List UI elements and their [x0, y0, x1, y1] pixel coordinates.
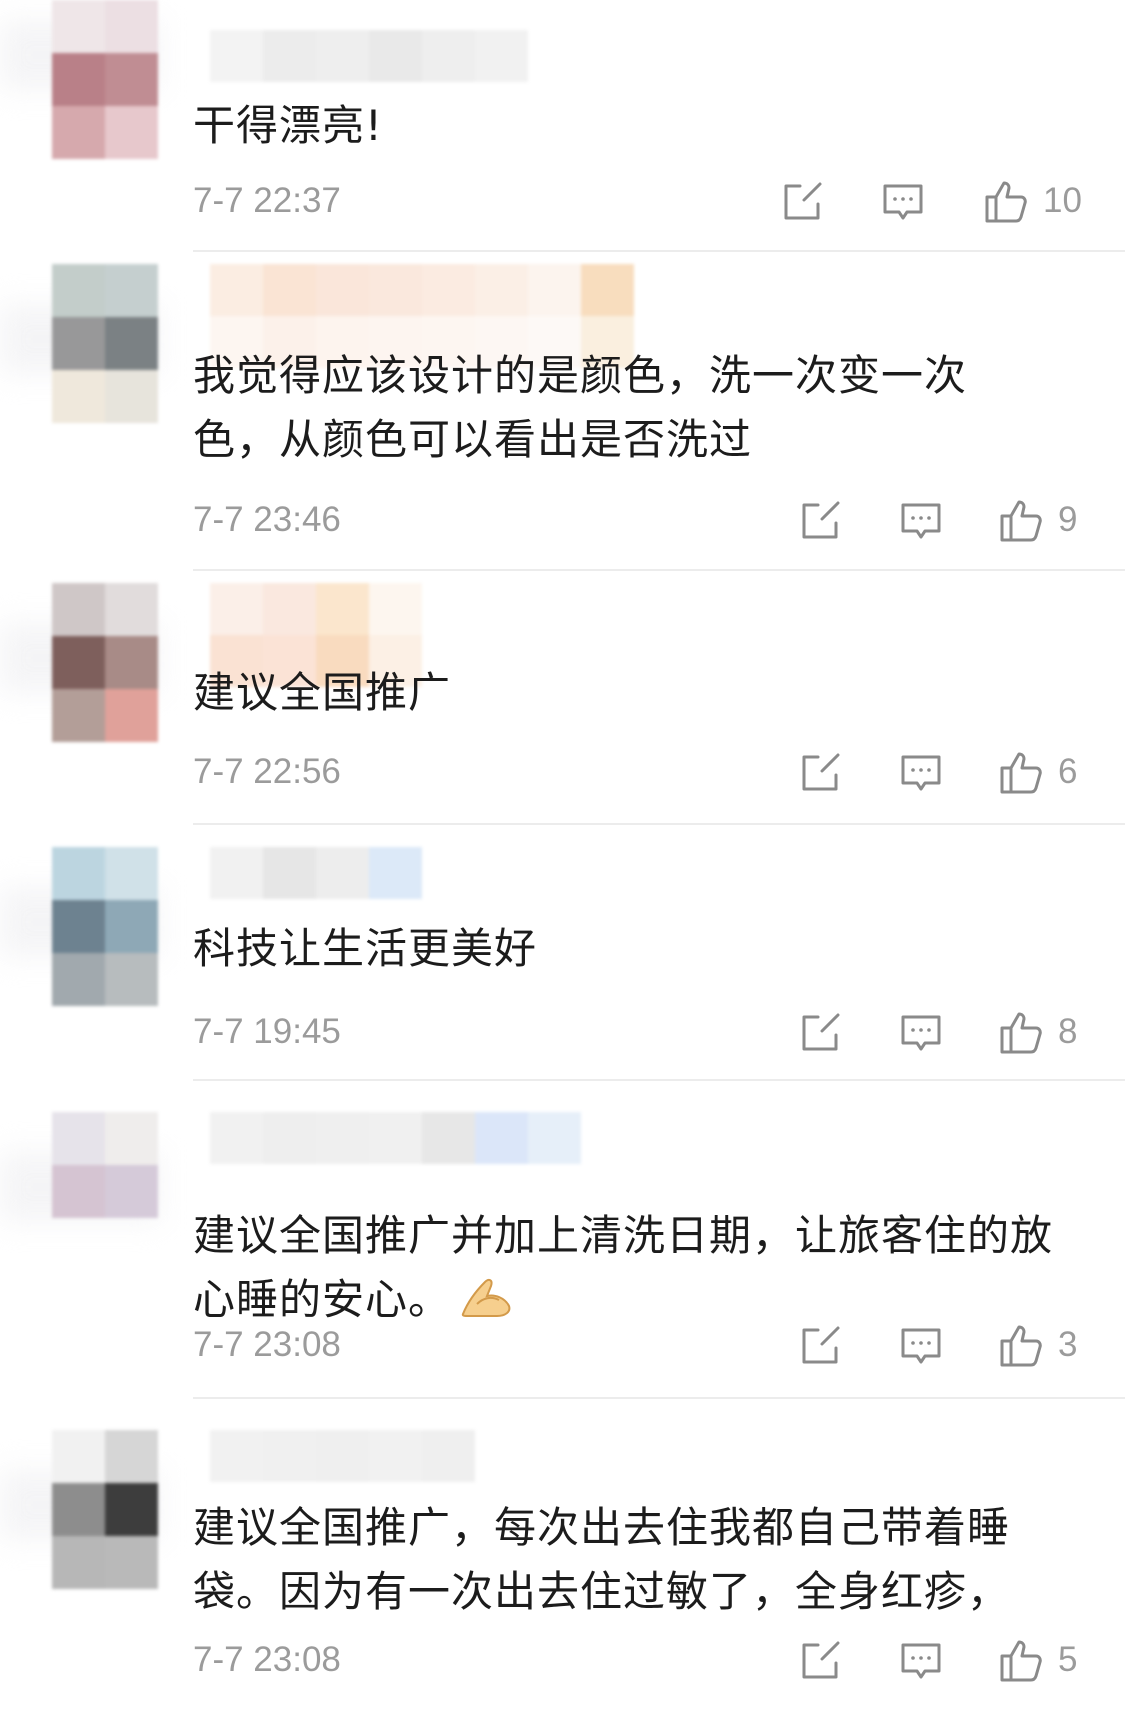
comment-meta: 7-7 22:56 6 [193, 747, 1093, 797]
divider [193, 1079, 1125, 1081]
share-button[interactable] [798, 499, 842, 543]
comment-time: 7-7 23:08 [193, 1325, 341, 1364]
avatar[interactable] [52, 583, 158, 742]
share-button[interactable] [798, 1639, 842, 1683]
share-button[interactable] [798, 751, 842, 795]
share-icon [802, 753, 840, 791]
thumbs-up-icon [1000, 1640, 1042, 1682]
thumbs-up-icon [1000, 752, 1042, 794]
comment-time: 7-7 19:45 [193, 1012, 341, 1051]
reply-button[interactable] [899, 751, 943, 795]
avatar[interactable] [52, 847, 158, 1006]
username-blurred[interactable] [210, 1112, 581, 1164]
like-button[interactable]: 5 [998, 1635, 1077, 1685]
reply-icon [901, 1015, 941, 1051]
share-icon [784, 182, 822, 220]
comment-text: 建议全国推广，每次出去住我都自己带着睡袋。因为有一次出去住过敏了，全身红疹， [193, 1503, 1011, 1616]
username-blurred[interactable] [210, 847, 422, 899]
comment-text: 我觉得应该设计的是颜色，洗一次变一次色，从颜色可以看出是否洗过 [193, 351, 968, 464]
like-button[interactable]: 10 [983, 176, 1082, 226]
like-button[interactable]: 6 [998, 747, 1077, 797]
username-blurred[interactable] [210, 1430, 475, 1482]
reply-button[interactable] [899, 1324, 943, 1368]
thumbs-up-icon [1000, 500, 1042, 542]
like-count: 8 [1058, 1012, 1078, 1051]
comment-item: 我觉得应该设计的是颜色，洗一次变一次色，从颜色可以看出是否洗过 7-7 23:4… [0, 264, 1125, 571]
comment-meta: 7-7 23:08 5 [193, 1635, 1093, 1685]
like-button[interactable]: 9 [998, 495, 1077, 545]
reply-button[interactable] [881, 180, 925, 224]
like-button[interactable]: 3 [998, 1320, 1077, 1370]
like-count: 10 [1043, 181, 1082, 220]
avatar[interactable] [52, 1112, 158, 1218]
reply-icon [901, 503, 941, 539]
like-button[interactable]: 8 [998, 1007, 1077, 1057]
divider [193, 823, 1125, 825]
comment-item: 干得漂亮! 7-7 22:37 10 [0, 0, 1125, 252]
comment-time: 7-7 23:08 [193, 1640, 341, 1679]
thumbs-up-icon [985, 181, 1027, 223]
comment-text: 建议全国推广并加上清洗日期，让旅客住的放心睡的安心。 [193, 1204, 1053, 1338]
comment-time: 7-7 22:37 [193, 181, 341, 220]
share-icon [802, 1326, 840, 1364]
thumbs-up-icon [1000, 1325, 1042, 1367]
divider [193, 1397, 1125, 1399]
comment-meta: 7-7 23:46 9 [193, 495, 1093, 545]
share-button[interactable] [798, 1324, 842, 1368]
reply-icon [901, 755, 941, 791]
reply-icon [901, 1328, 941, 1364]
reply-icon [901, 1643, 941, 1679]
like-count: 5 [1058, 1640, 1078, 1679]
like-count: 3 [1058, 1325, 1078, 1364]
avatar[interactable] [52, 1430, 158, 1589]
share-icon [802, 1013, 840, 1051]
comment-item: 建议全国推广，每次出去住我都自己带着睡袋。因为有一次出去住过敏了，全身红疹， 7… [0, 1430, 1125, 1713]
share-icon [802, 501, 840, 539]
reply-button[interactable] [899, 1011, 943, 1055]
share-button[interactable] [780, 180, 824, 224]
comment-text: 科技让生活更美好 [193, 924, 538, 973]
share-button[interactable] [798, 1011, 842, 1055]
comment-text: 干得漂亮! [193, 101, 383, 150]
comment-time: 7-7 23:46 [193, 500, 341, 539]
like-count: 9 [1058, 500, 1078, 539]
reply-icon [883, 184, 923, 220]
like-count: 6 [1058, 752, 1078, 791]
divider [193, 569, 1125, 571]
comment-item: 建议全国推广并加上清洗日期，让旅客住的放心睡的安心。 7-7 23:08 3 [0, 1112, 1125, 1399]
divider [193, 250, 1125, 252]
reply-button[interactable] [899, 1639, 943, 1683]
comment-item: 科技让生活更美好 7-7 19:45 8 [0, 847, 1125, 1081]
comment-text: 建议全国推广 [193, 668, 452, 717]
share-icon [802, 1641, 840, 1679]
avatar[interactable] [52, 0, 158, 159]
comment-item: 建议全国推广 7-7 22:56 6 [0, 583, 1125, 825]
avatar[interactable] [52, 264, 158, 423]
thumbs-up-icon [1000, 1012, 1042, 1054]
comment-meta: 7-7 22:37 10 [193, 176, 1093, 226]
comment-list: 干得漂亮! 7-7 22:37 10 我觉得应该设计的是颜色，洗一次变一次色，从… [0, 0, 1125, 1713]
comment-text-body: 建议全国推广并加上清洗日期，让旅客住的放心睡的安心。 [193, 1211, 1054, 1324]
reply-button[interactable] [899, 499, 943, 543]
comment-meta: 7-7 23:08 3 [193, 1320, 1093, 1370]
comment-meta: 7-7 19:45 8 [193, 1007, 1093, 1057]
username-blurred[interactable] [210, 30, 528, 82]
comment-time: 7-7 22:56 [193, 752, 341, 791]
